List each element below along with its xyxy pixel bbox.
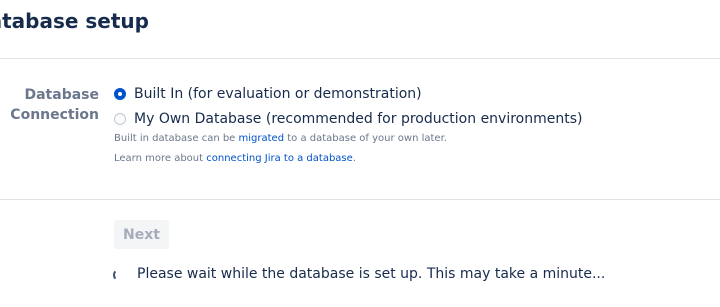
migrated-link[interactable]: migrated bbox=[239, 133, 285, 144]
help-text-learn-more: Learn more about connecting Jira to a da… bbox=[114, 153, 356, 164]
help-text-migrate: Built in database can be migrated to a d… bbox=[114, 133, 447, 144]
help2-prefix: Learn more about bbox=[114, 153, 207, 164]
connecting-jira-link[interactable]: connecting Jira to a database bbox=[206, 153, 353, 164]
next-button[interactable]: Next bbox=[114, 220, 169, 249]
label-line-2: Connection bbox=[10, 107, 99, 123]
radio-label-built-in: Built In (for evaluation or demonstratio… bbox=[134, 86, 422, 102]
radio-option-built-in[interactable]: Built In (for evaluation or demonstratio… bbox=[114, 84, 422, 104]
radio-option-own-database[interactable]: My Own Database (recommended for product… bbox=[114, 109, 583, 129]
label-line-1: Database bbox=[24, 87, 99, 103]
radio-checked-icon[interactable] bbox=[114, 88, 126, 100]
help1-prefix: Built in database can be bbox=[114, 133, 239, 144]
status-message: Please wait while the database is set up… bbox=[137, 266, 606, 282]
loading-spinner-icon bbox=[113, 269, 125, 281]
form-divider bbox=[0, 199, 720, 200]
page-title: Database setup bbox=[0, 9, 149, 33]
help2-suffix: . bbox=[352, 153, 356, 164]
help1-suffix: to a database of your own later. bbox=[284, 133, 447, 144]
radio-label-own-database: My Own Database (recommended for product… bbox=[134, 111, 583, 127]
header-divider bbox=[0, 58, 720, 59]
radio-unchecked-icon[interactable] bbox=[114, 113, 126, 125]
database-connection-label: Database Connection bbox=[0, 85, 99, 125]
